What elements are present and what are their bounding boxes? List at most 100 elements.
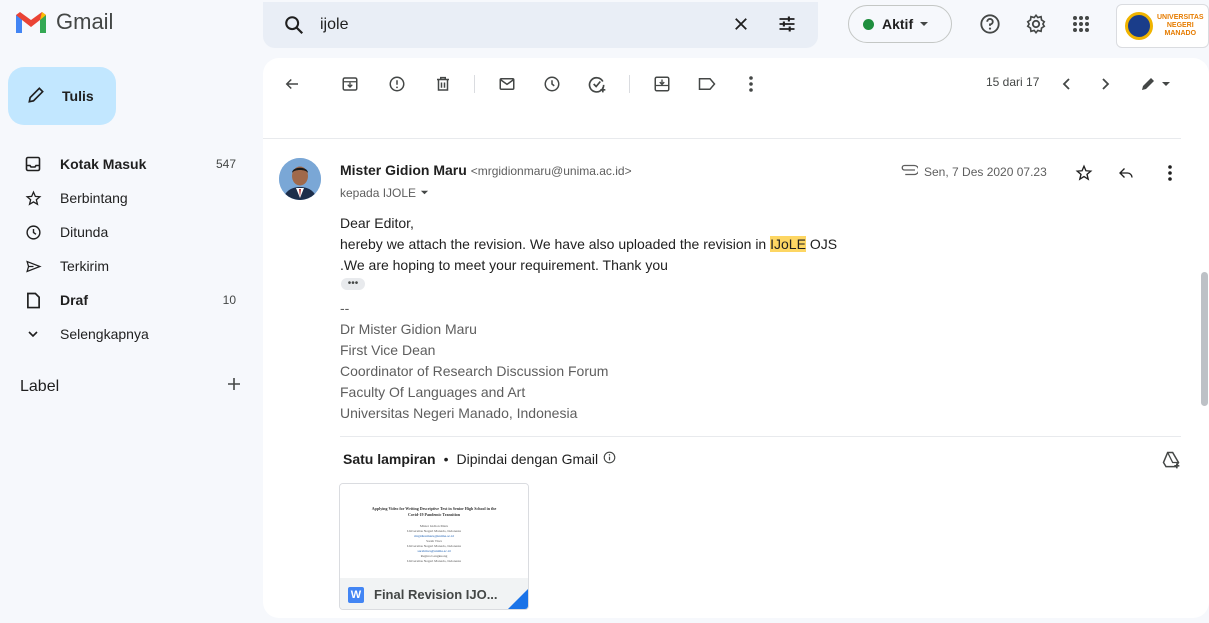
signature-line: Faculty Of Languages and Art (340, 384, 526, 400)
settings-icon[interactable] (1024, 12, 1048, 36)
message-view: 15 dari 17 Mister Gidion Maru <mrgidionm… (263, 58, 1209, 618)
star-icon[interactable] (1074, 163, 1094, 183)
signature-line: Universitas Negeri Manado, Indonesia (340, 405, 578, 421)
sidebar-item-label: Draf (60, 292, 89, 308)
university-seal-icon (1125, 12, 1153, 40)
sender-avatar[interactable] (279, 158, 321, 200)
preview-title: Applying Video for Writing Descriptive T… (371, 506, 497, 517)
sidebar-item-label: Kotak Masuk (60, 156, 147, 172)
sidebar-item-more[interactable]: Selengkapnya (0, 317, 250, 351)
app-name: Gmail (56, 9, 114, 34)
divider (263, 138, 1181, 139)
add-label-icon[interactable] (226, 376, 242, 397)
recipient-details[interactable]: kepada IJOLE (340, 186, 429, 200)
delete-icon[interactable] (433, 74, 453, 94)
sidebar-item-drafts[interactable]: Draf 10 (0, 283, 250, 317)
status-dot (863, 18, 874, 30)
body-line: .We are hoping to meet your requirement.… (340, 257, 668, 273)
account-avatar[interactable]: UNIVERSITAS NEGERI MANADO (1116, 4, 1209, 48)
account-org-name: UNIVERSITAS NEGERI MANADO (1157, 14, 1204, 37)
back-arrow-icon[interactable] (282, 74, 302, 94)
reply-icon[interactable] (1116, 163, 1136, 183)
signature-line: First Vice Dean (340, 342, 436, 358)
more-vert-icon[interactable] (1160, 163, 1180, 183)
toolbar-divider (474, 75, 475, 93)
toolbar-divider (629, 75, 630, 93)
gmail-logo[interactable]: Gmail (14, 6, 113, 38)
sidebar-item-snoozed[interactable]: Ditunda (0, 215, 250, 249)
labels-section: Label (20, 376, 242, 397)
labels-heading: Label (20, 377, 60, 395)
body-line: hereby we attach the revision. We have a… (340, 236, 838, 252)
page-fold-corner (508, 589, 528, 609)
message-date: Sen, 7 Des 2020 07.23 (924, 164, 1047, 179)
message-toolbar: 15 dari 17 (263, 58, 1209, 110)
draft-icon (24, 291, 42, 309)
divider (340, 436, 1181, 437)
sidebar-item-sent[interactable]: Terkirim (0, 249, 250, 283)
input-tools-icon[interactable] (1139, 74, 1173, 94)
attachment-footer: W Final Revision IJO... (340, 578, 528, 609)
status-label: Aktif (882, 16, 914, 32)
chevron-left-icon[interactable] (1057, 74, 1077, 94)
more-vert-icon[interactable] (741, 74, 761, 94)
sidebar-item-label: Berbintang (60, 190, 128, 206)
search-options-icon[interactable] (775, 12, 799, 36)
add-task-icon[interactable] (587, 74, 607, 94)
recipient-label: kepada IJOLE (340, 186, 417, 200)
sidebar-item-starred[interactable]: Berbintang (0, 181, 250, 215)
search-icon[interactable] (283, 14, 305, 41)
star-icon (24, 189, 42, 207)
sidebar-item-label: Terkirim (60, 258, 109, 274)
clock-icon (24, 223, 42, 241)
sidebar-item-label: Selengkapnya (60, 326, 149, 342)
attachment-preview: Applying Video for Writing Descriptive T… (340, 484, 528, 578)
search-input[interactable]: ijole (320, 16, 348, 34)
mark-unread-icon[interactable] (497, 74, 517, 94)
report-spam-icon[interactable] (387, 74, 407, 94)
sidebar-item-inbox[interactable]: Kotak Masuk 547 (0, 147, 250, 181)
attachment-card[interactable]: Applying Video for Writing Descriptive T… (339, 483, 529, 610)
status-dropdown[interactable]: Aktif (848, 5, 952, 43)
snooze-clock-icon[interactable] (542, 74, 562, 94)
sidebar-item-label: Ditunda (60, 224, 109, 240)
archive-icon[interactable] (340, 74, 360, 94)
compose-button[interactable]: Tulis (8, 67, 116, 125)
add-to-drive-icon[interactable] (1161, 450, 1181, 470)
message-body: Dear Editor, hereby we attach the revisi… (340, 213, 837, 276)
draft-count: 10 (222, 293, 236, 307)
search-bar[interactable]: ijole (263, 2, 818, 48)
sender-line: Mister Gidion Maru <mrgidionmaru@unima.a… (340, 162, 632, 178)
word-doc-icon: W (348, 586, 364, 603)
send-icon (24, 257, 42, 275)
inbox-icon (24, 155, 42, 173)
search-highlight: IJoLE (770, 236, 806, 252)
show-trimmed-content-button[interactable]: ••• (341, 278, 365, 290)
clear-search-icon[interactable] (729, 12, 753, 36)
apps-grid-icon[interactable] (1069, 12, 1093, 36)
attachments-header: Satu lampiran • Dipindai dengan Gmail (343, 451, 616, 467)
unread-count: 547 (215, 157, 236, 171)
sender-name[interactable]: Mister Gidion Maru (340, 162, 467, 178)
label-icon[interactable] (697, 74, 717, 94)
signature-line: Dr Mister Gidion Maru (340, 321, 477, 337)
pagination-label: 15 dari 17 (986, 75, 1040, 89)
info-icon[interactable] (603, 451, 616, 467)
scrollbar-thumb[interactable] (1201, 272, 1208, 406)
sidebar-nav: Kotak Masuk 547 Berbintang Ditunda Terki… (0, 147, 250, 351)
pencil-icon (26, 85, 46, 108)
chevron-right-icon[interactable] (1095, 74, 1115, 94)
signature: -- Dr Mister Gidion Maru First Vice Dean… (340, 298, 608, 424)
caret-down-icon (919, 16, 929, 32)
body-line: Dear Editor, (340, 215, 414, 231)
gmail-m-icon (16, 12, 46, 33)
move-to-icon[interactable] (652, 74, 672, 94)
bullet-separator: • (443, 451, 449, 467)
attachment-filename: Final Revision IJO... (374, 587, 498, 602)
signature-line: Coordinator of Research Discussion Forum (340, 363, 609, 379)
compose-label: Tulis (62, 88, 94, 104)
attachments-title: Satu lampiran (343, 451, 436, 467)
help-icon[interactable] (978, 12, 1002, 36)
scan-note: Dipindai dengan Gmail (456, 451, 599, 467)
chevron-down-icon (24, 325, 42, 343)
